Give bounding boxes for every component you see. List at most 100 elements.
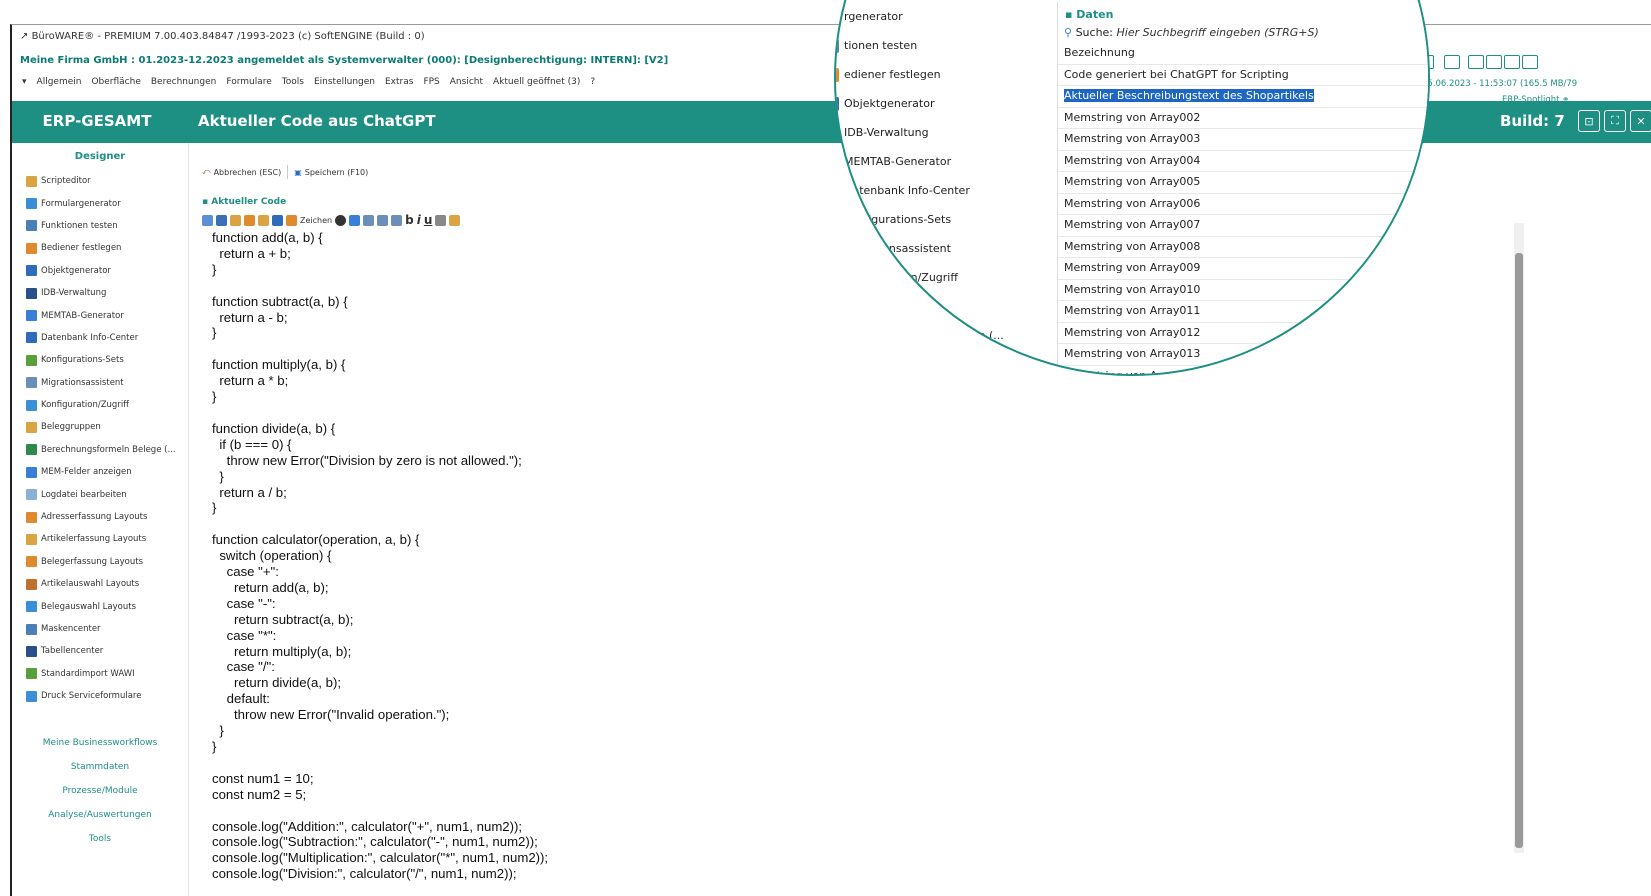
sidebar-item[interactable]: Scripteditor (12, 170, 188, 192)
undo-icon[interactable] (272, 214, 283, 226)
characters-label[interactable]: Zeichen (300, 216, 332, 225)
save-button[interactable]: ▣ Speichern (F10) (294, 168, 368, 177)
italic-icon[interactable]: i (417, 213, 421, 227)
sidebar-item[interactable]: Belegerfassung Layouts (12, 551, 188, 573)
sidebar-link[interactable]: Stammdaten (12, 755, 188, 779)
zoom-sidebar-item[interactable]: IDB-Verwaltung (836, 118, 1025, 147)
copy-icon[interactable] (230, 214, 241, 226)
list-item[interactable]: Memstring von Array008 (1058, 237, 1428, 258)
strikethrough-icon[interactable] (435, 214, 447, 226)
sidebar-item[interactable]: Artikelauswahl Layouts (12, 573, 188, 595)
sidebar-item[interactable]: Konfigurations-Sets (12, 349, 188, 371)
menu-item[interactable]: Oberfläche (91, 77, 140, 95)
format-icon[interactable] (449, 214, 461, 226)
search-field[interactable]: ⚲ Suche: Hier Suchbegriff eingeben (STRG… (1058, 23, 1428, 43)
sidebar-item[interactable]: Funktionen testen (12, 215, 188, 237)
sidebar-item[interactable]: Bediener festlegen (12, 237, 188, 259)
menu-item[interactable]: Tools (282, 77, 304, 95)
sidebar-item[interactable]: Adresserfassung Layouts (12, 506, 188, 528)
zoom-sidebar-item[interactable]: rechnungsformeln Belege (... (836, 321, 1025, 350)
fullscreen-icon[interactable]: ⛶ (1604, 110, 1626, 132)
cancel-button[interactable]: ⤺ Abbrechen (ESC) (202, 167, 281, 177)
paste-icon[interactable] (244, 214, 255, 226)
list-item[interactable]: Memstring von Array011 (1058, 301, 1428, 323)
characters-icon[interactable] (286, 214, 297, 226)
list-item[interactable]: Memstring von Array010 (1058, 280, 1428, 301)
pin-icon[interactable]: ⊡ (1578, 110, 1600, 132)
close-icon[interactable]: ✕ (1630, 110, 1651, 132)
color-icon[interactable] (335, 214, 347, 226)
menu-item[interactable]: Einstellungen (314, 77, 375, 95)
list-item[interactable]: Memstring von Array002 (1058, 108, 1428, 129)
edit-icon[interactable] (202, 214, 213, 226)
zoom-sidebar-item[interactable]: ediener festlegen (836, 60, 1025, 89)
list-item[interactable]: Aktueller Beschreibungstext des Shoparti… (1058, 86, 1428, 108)
underline-icon[interactable]: u (424, 213, 433, 227)
zoom-sidebar-item[interactable]: Datenbank Info-Center (836, 176, 1025, 205)
sidebar-item[interactable]: MEM-Felder anzeigen (12, 461, 188, 483)
sidebar-item[interactable]: Maskencenter (12, 618, 188, 640)
sidebar-item[interactable]: Druck Serviceformulare (12, 685, 188, 707)
zoom-sidebar-item[interactable]: MEMTAB-Generator (836, 147, 1025, 176)
paste-special-icon[interactable] (258, 214, 269, 226)
control-icon[interactable] (1444, 55, 1460, 69)
sidebar-item[interactable]: Standardimport WAWI (12, 663, 188, 685)
menu-item[interactable]: Aktuell geöffnet (3) (493, 77, 580, 95)
sidebar-link[interactable]: Meine Businessworkflows (12, 731, 188, 755)
sidebar-item[interactable]: Tabellencenter (12, 640, 188, 662)
menu-dropdown-icon[interactable]: ▾ (22, 77, 27, 95)
bold-icon[interactable]: b (405, 213, 414, 227)
list-item[interactable]: Memstring von Array005 (1058, 172, 1428, 194)
zoom-sidebar-item[interactable]: tionen testen (836, 31, 1025, 60)
menu-item[interactable]: Allgemein (37, 77, 82, 95)
zoom-sidebar-item[interactable]: Felder anzeigen (836, 350, 1025, 374)
sidebar-item[interactable]: Migrationsassistent (12, 372, 188, 394)
scrollbar-thumb[interactable] (1515, 253, 1523, 848)
sidebar-item[interactable]: Objektgenerator (12, 260, 188, 282)
list-item[interactable]: Memstring von Array004 (1058, 151, 1428, 172)
list-item[interactable]: Memstring von Array007 (1058, 215, 1428, 237)
menu-item[interactable]: FPS (423, 77, 439, 95)
list-item[interactable]: Memstring von Array009 (1058, 258, 1428, 280)
zoom-sidebar-item[interactable]: Objektgenerator (836, 89, 1025, 118)
sidebar-link[interactable]: Tools (12, 827, 188, 851)
sidebar-item[interactable]: Berechnungsformeln Belege (... (12, 439, 188, 461)
erp-spotlight-link[interactable]: ERP-Spotlight ⚭ (1502, 95, 1569, 105)
menu-item[interactable]: Berechnungen (151, 77, 216, 95)
list-item[interactable]: Code generiert bei ChatGPT for Scripting (1058, 65, 1428, 86)
zoom-sidebar-item[interactable]: rgenerator (836, 2, 1025, 31)
minimize-icon[interactable] (1486, 55, 1502, 69)
list-item[interactable]: Memstring von Array013 (1058, 344, 1428, 366)
sidebar-item[interactable]: MEMTAB-Generator (12, 304, 188, 326)
settings-icon[interactable] (1522, 55, 1538, 69)
sidebar-item[interactable]: Formulargenerator (12, 192, 188, 214)
sidebar-item[interactable]: IDB-Verwaltung (12, 282, 188, 304)
align-right-icon[interactable] (391, 214, 403, 226)
code-editor[interactable]: function add(a, b) { return a + b; } fun… (212, 230, 548, 882)
zoom-sidebar-item[interactable]: Beleggruppen (836, 292, 1025, 321)
control-icon[interactable] (1468, 55, 1484, 69)
maximize-icon[interactable] (1504, 55, 1520, 69)
zoom-sidebar-item[interactable]: Konfigurations-Sets (836, 205, 1025, 234)
align-center-icon[interactable] (377, 214, 389, 226)
menu-item[interactable]: ? (590, 77, 595, 95)
cut-icon[interactable] (216, 214, 227, 226)
sidebar-item[interactable]: Logdatei bearbeiten (12, 483, 188, 505)
sidebar-item[interactable]: Belegauswahl Layouts (12, 595, 188, 617)
search-icon[interactable] (349, 214, 361, 226)
sidebar-item[interactable]: Artikelerfassung Layouts (12, 528, 188, 550)
sidebar-item[interactable]: Beleggruppen (12, 416, 188, 438)
menu-item[interactable]: Extras (385, 77, 413, 95)
sidebar-item[interactable]: Datenbank Info-Center (12, 327, 188, 349)
align-left-icon[interactable] (363, 214, 375, 226)
list-item[interactable]: Memstring von Array003 (1058, 129, 1428, 151)
sidebar-item[interactable]: Konfiguration/Zugriff (12, 394, 188, 416)
menu-item[interactable]: Formulare (226, 77, 271, 95)
zoom-sidebar-item[interactable]: Migrationsassistent (836, 234, 1025, 263)
search-input[interactable]: Hier Suchbegriff eingeben (STRG+S) (1117, 26, 1319, 39)
sidebar-link[interactable]: Prozesse/Module (12, 779, 188, 803)
zoom-sidebar-item[interactable]: Konfiguration/Zugriff (836, 263, 1025, 292)
sidebar-link[interactable]: Analyse/Auswertungen (12, 803, 188, 827)
list-item[interactable]: Memstring von Array012 (1058, 323, 1428, 344)
menu-item[interactable]: Ansicht (450, 77, 483, 95)
